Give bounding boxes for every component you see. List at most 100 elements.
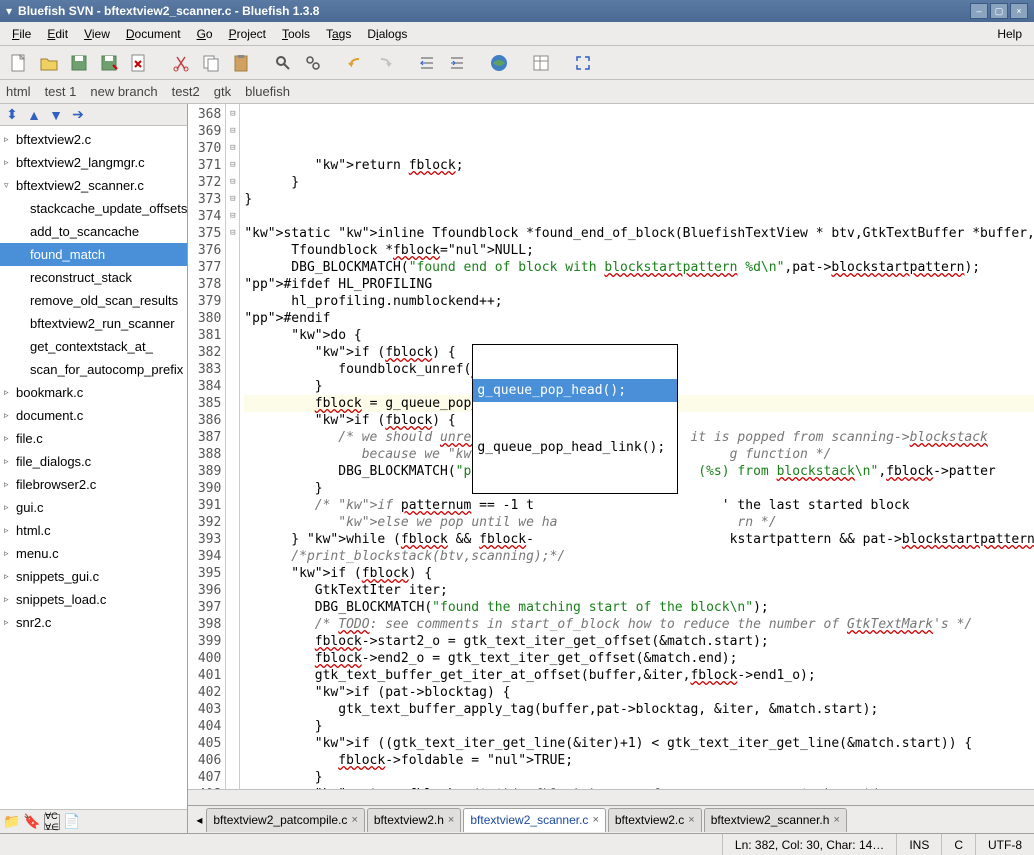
- expand-icon[interactable]: ▹: [4, 456, 16, 467]
- undo-button[interactable]: [342, 50, 368, 76]
- expand-icon[interactable]: ▹: [4, 410, 16, 421]
- menu-view[interactable]: View: [76, 25, 118, 43]
- expand-icon[interactable]: ▹: [4, 571, 16, 582]
- outline-function[interactable]: scan_for_autocomp_prefix: [0, 358, 187, 381]
- project-tab[interactable]: test2: [172, 84, 200, 99]
- code-line[interactable]: /* TODO: see comments in start_of_block …: [244, 616, 1034, 633]
- code-line[interactable]: Tfoundblock *fblock="nul">NULL;: [244, 242, 1034, 259]
- code-line[interactable]: "pp">#endif: [244, 310, 1034, 327]
- outline-tree[interactable]: ▹bftextview2.c▹bftextview2_langmgr.c▿bft…: [0, 126, 187, 809]
- code-line[interactable]: fblock->foldable = "nul">TRUE;: [244, 752, 1034, 769]
- autocomplete-item[interactable]: g_queue_pop_head_link();: [473, 436, 677, 459]
- status-language[interactable]: C: [942, 834, 976, 855]
- menu-project[interactable]: Project: [221, 25, 274, 43]
- bookmark-icon[interactable]: 🔖: [24, 814, 40, 830]
- outline-file[interactable]: ▿bftextview2_scanner.c: [0, 174, 187, 197]
- code-line[interactable]: gtk_text_buffer_get_iter_at_offset(buffe…: [244, 667, 1034, 684]
- tab-close-icon[interactable]: ×: [351, 814, 357, 826]
- folder-icon[interactable]: 📁: [4, 814, 20, 830]
- expand-icon[interactable]: ▹: [4, 594, 16, 605]
- editor-tab[interactable]: bftextview2.c×: [608, 808, 702, 832]
- menu-tools[interactable]: Tools: [274, 25, 318, 43]
- code-line[interactable]: }: [244, 718, 1034, 735]
- outline-function[interactable]: remove_old_scan_results: [0, 289, 187, 312]
- chars-icon[interactable]: ∀C∀∈: [44, 814, 60, 830]
- project-tab[interactable]: bluefish: [245, 84, 290, 99]
- outline-file[interactable]: ▹snippets_gui.c: [0, 565, 187, 588]
- copy-button[interactable]: [198, 50, 224, 76]
- tab-close-icon[interactable]: ×: [688, 814, 694, 826]
- code-line[interactable]: "kw">static "kw">inline Tfoundblock *fou…: [244, 225, 1034, 242]
- code-line[interactable]: } "kw">while (fblock && fblock- kstartpa…: [244, 531, 1034, 548]
- paste-button[interactable]: [228, 50, 254, 76]
- minimize-button[interactable]: –: [970, 3, 988, 19]
- outline-file[interactable]: ▹document.c: [0, 404, 187, 427]
- outline-file[interactable]: ▹snippets_load.c: [0, 588, 187, 611]
- editor-tab[interactable]: bftextview2_scanner.c×: [463, 808, 606, 832]
- expand-icon[interactable]: ▹: [4, 548, 16, 559]
- project-tab[interactable]: html: [6, 84, 31, 99]
- status-encoding[interactable]: UTF-8: [976, 834, 1034, 855]
- autocomplete-item[interactable]: g_queue_pop_head();: [473, 379, 677, 402]
- editor-tab[interactable]: bftextview2_scanner.h×: [704, 808, 847, 832]
- editor-tab[interactable]: bftextview2.h×: [367, 808, 461, 832]
- outline-function[interactable]: add_to_scancache: [0, 220, 187, 243]
- outline-file[interactable]: ▹snr2.c: [0, 611, 187, 634]
- expand-icon[interactable]: ▿: [4, 180, 16, 191]
- new-file-button[interactable]: [6, 50, 32, 76]
- collapse-icon[interactable]: ⬍: [4, 107, 20, 123]
- code-line[interactable]: GtkTextIter iter;: [244, 582, 1034, 599]
- code-line[interactable]: }: [244, 769, 1034, 786]
- expand-icon[interactable]: ▹: [4, 617, 16, 628]
- code-line[interactable]: }: [244, 174, 1034, 191]
- menu-edit[interactable]: Edit: [39, 25, 76, 43]
- code-line[interactable]: fblock->start2_o = gtk_text_iter_get_off…: [244, 633, 1034, 650]
- outline-file[interactable]: ▹file.c: [0, 427, 187, 450]
- redo-button[interactable]: [372, 50, 398, 76]
- down-arrow-icon[interactable]: ▼: [48, 107, 64, 123]
- code-line[interactable]: "kw">return fblock; /* this fblock has a…: [244, 786, 1034, 789]
- expand-icon[interactable]: ▹: [4, 433, 16, 444]
- maximize-button[interactable]: ▢: [990, 3, 1008, 19]
- view-mode-button[interactable]: [528, 50, 554, 76]
- fold-column[interactable]: ⊟⊟⊟⊟⊟⊟⊟⊟: [226, 104, 240, 789]
- code-line[interactable]: DBG_BLOCKMATCH("found end of block with …: [244, 259, 1034, 276]
- code-text[interactable]: g_queue_pop_head(); g_queue_pop_head_lin…: [240, 104, 1034, 789]
- tab-close-icon[interactable]: ×: [833, 814, 839, 826]
- project-tab[interactable]: test 1: [45, 84, 77, 99]
- code-line[interactable]: DBG_BLOCKMATCH("found the matching start…: [244, 599, 1034, 616]
- outline-file[interactable]: ▹bftextview2_langmgr.c: [0, 151, 187, 174]
- tab-close-icon[interactable]: ×: [448, 814, 454, 826]
- outline-function[interactable]: stackcache_update_offsets: [0, 197, 187, 220]
- outline-file[interactable]: ▹html.c: [0, 519, 187, 542]
- find-replace-button[interactable]: [300, 50, 326, 76]
- fullscreen-button[interactable]: [570, 50, 596, 76]
- outline-file[interactable]: ▹bftextview2.c: [0, 128, 187, 151]
- window-menu-icon[interactable]: ▾: [6, 4, 12, 18]
- close-file-button[interactable]: [126, 50, 152, 76]
- menu-document[interactable]: Document: [118, 25, 189, 43]
- outline-file[interactable]: ▹filebrowser2.c: [0, 473, 187, 496]
- code-line[interactable]: "kw">if (fblock) {: [244, 565, 1034, 582]
- code-line[interactable]: }: [244, 191, 1034, 208]
- menu-file[interactable]: File: [4, 25, 39, 43]
- code-line[interactable]: [244, 208, 1034, 225]
- code-line[interactable]: "kw">do {: [244, 327, 1034, 344]
- code-line[interactable]: "kw">else we pop until we ha rn */: [244, 514, 1034, 531]
- menu-dialogs[interactable]: Dialogs: [359, 25, 415, 43]
- tab-close-icon[interactable]: ×: [592, 814, 598, 826]
- save-as-button[interactable]: [96, 50, 122, 76]
- code-line[interactable]: /* "kw">if patternum == -1 t ' the last …: [244, 497, 1034, 514]
- code-line[interactable]: /*print_blockstack(btv,scanning);*/: [244, 548, 1034, 565]
- right-arrow-icon[interactable]: ➔: [70, 107, 86, 123]
- horizontal-scrollbar[interactable]: [188, 789, 1034, 805]
- editor-tab[interactable]: bftextview2_patcompile.c×: [206, 808, 365, 832]
- up-arrow-icon[interactable]: ▲: [26, 107, 42, 123]
- menu-tags[interactable]: Tags: [318, 25, 359, 43]
- project-tab[interactable]: new branch: [90, 84, 157, 99]
- code-line[interactable]: "kw">return fblock;: [244, 157, 1034, 174]
- outline-function[interactable]: reconstruct_stack: [0, 266, 187, 289]
- unindent-button[interactable]: [414, 50, 440, 76]
- close-button[interactable]: ×: [1010, 3, 1028, 19]
- open-file-button[interactable]: [36, 50, 62, 76]
